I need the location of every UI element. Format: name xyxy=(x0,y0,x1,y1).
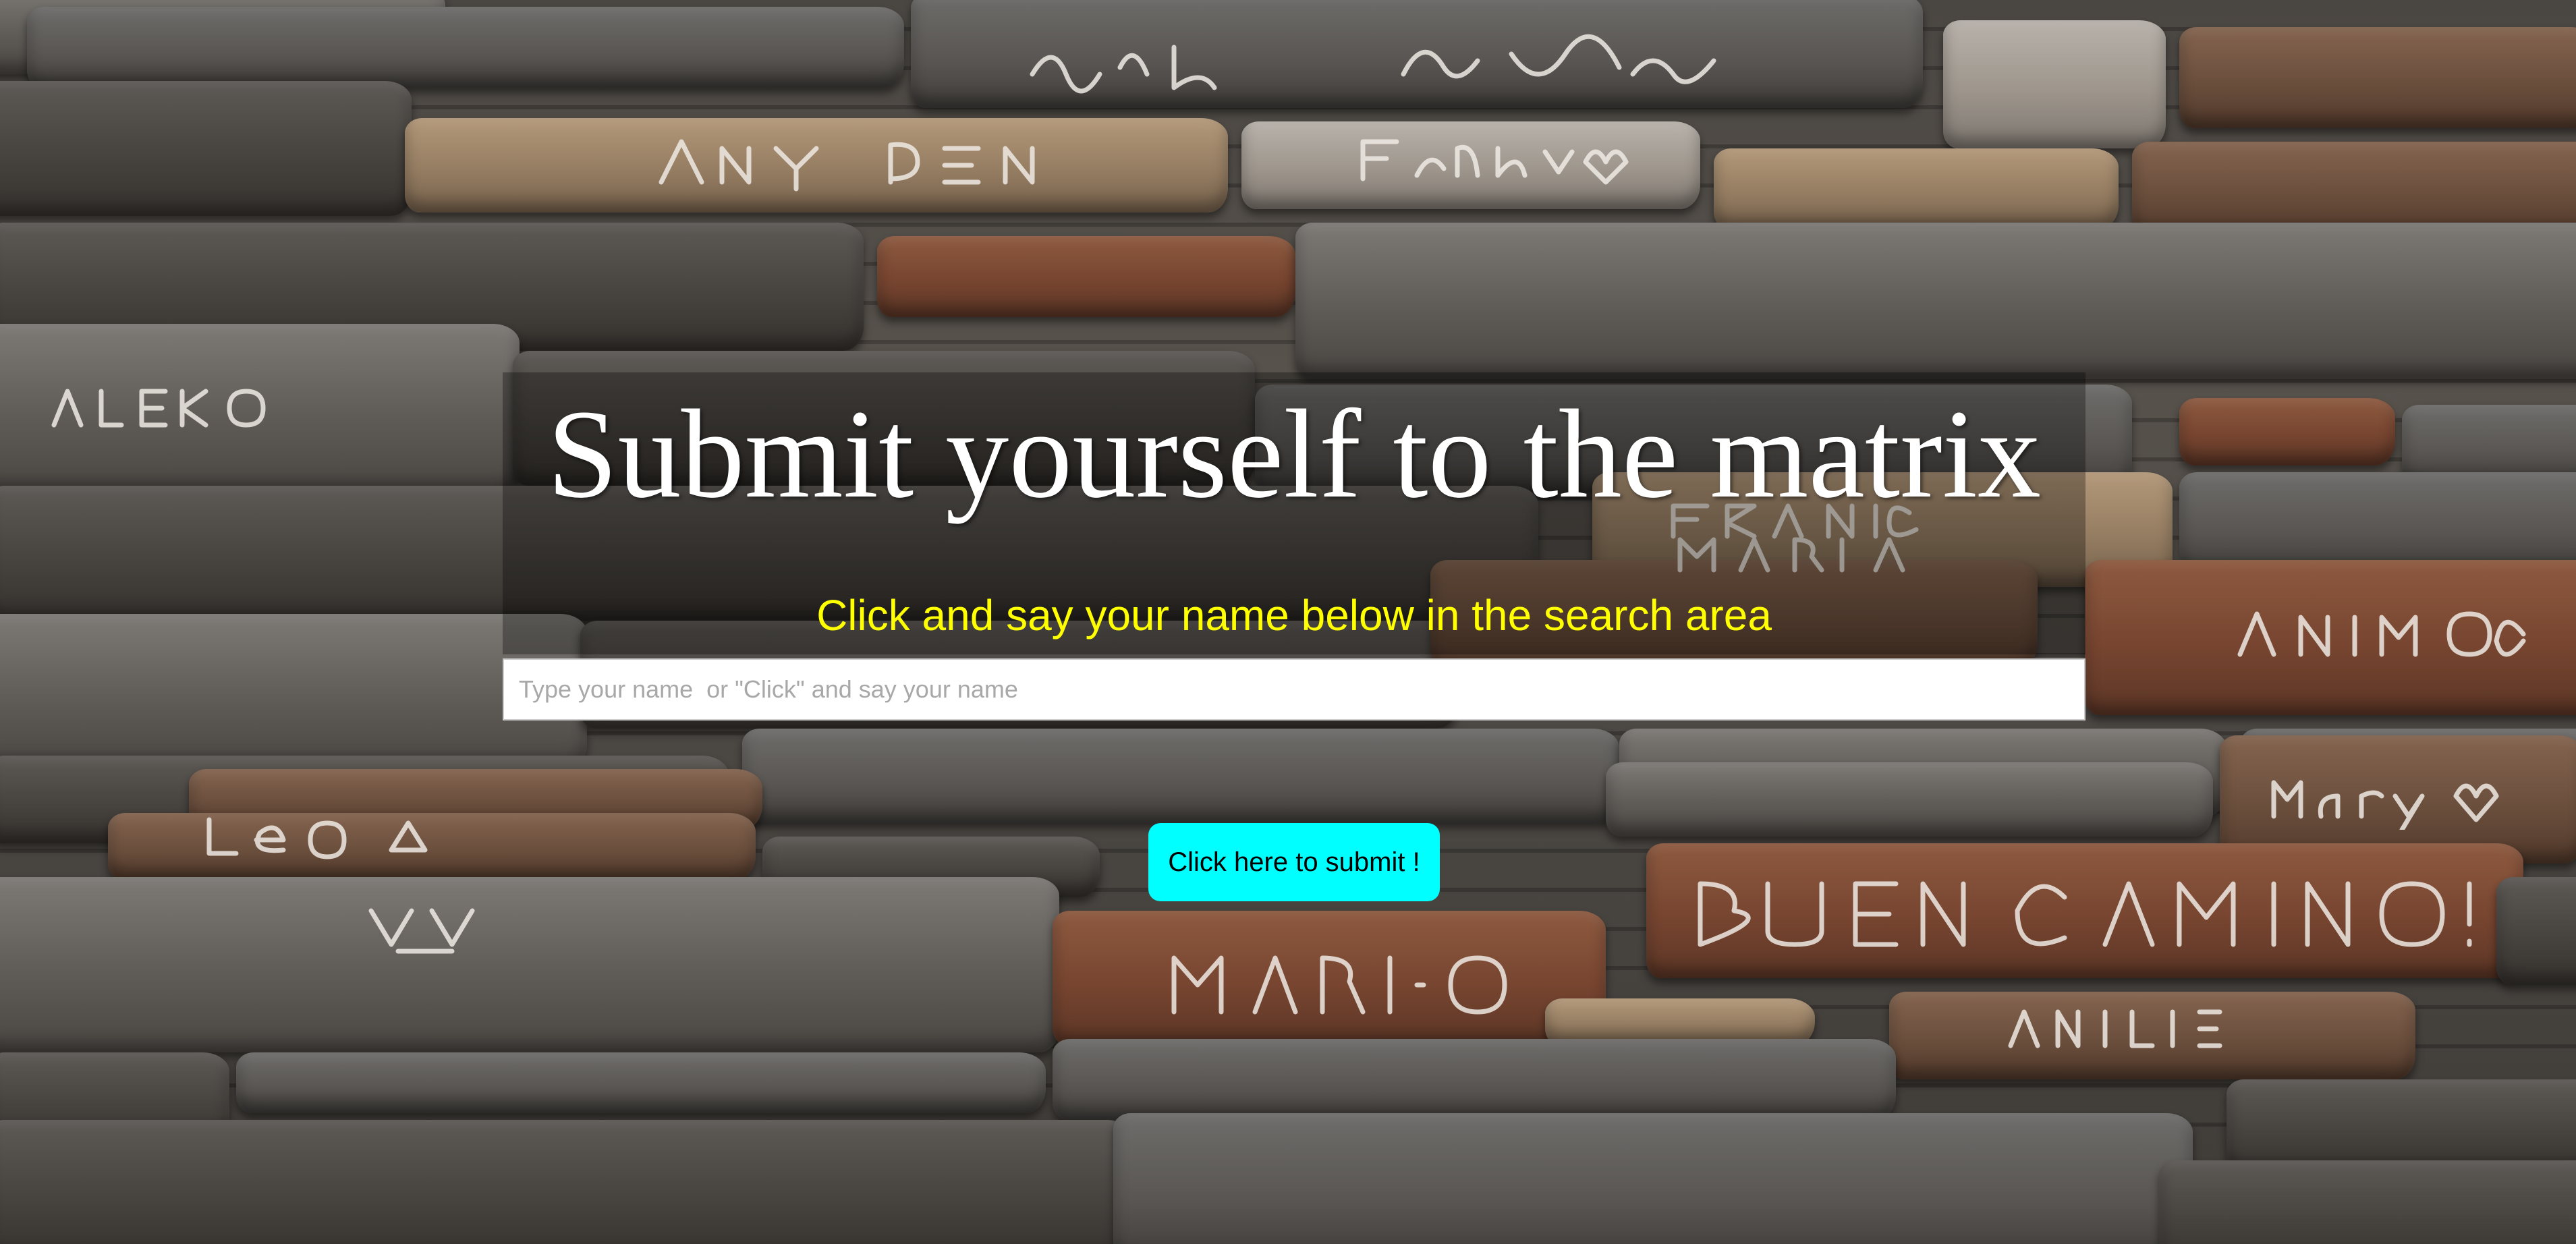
chalk-scribble-icon xyxy=(206,817,428,859)
submit-button[interactable]: Click here to submit ! xyxy=(1148,823,1440,901)
chalk-scribble-icon xyxy=(51,389,266,428)
name-search-input[interactable] xyxy=(503,658,2085,720)
chalk-scribble-icon xyxy=(1698,881,2472,947)
instruction-text: Click and say your name below in the sea… xyxy=(816,591,1772,640)
page-title: Submit yourself to the matrix xyxy=(547,383,2041,524)
chalk-scribble-icon xyxy=(2008,1009,2222,1048)
chalk-scribble-icon xyxy=(2237,611,2526,657)
chalk-scribble-icon xyxy=(1171,955,1507,1015)
chalk-scribble-icon xyxy=(368,908,475,954)
chalk-scribble-icon xyxy=(2271,780,2499,830)
chalk-scribble-icon xyxy=(1360,139,1629,185)
chalk-scribble-icon xyxy=(659,139,1035,192)
chalk-scribble-icon xyxy=(1030,34,1716,94)
